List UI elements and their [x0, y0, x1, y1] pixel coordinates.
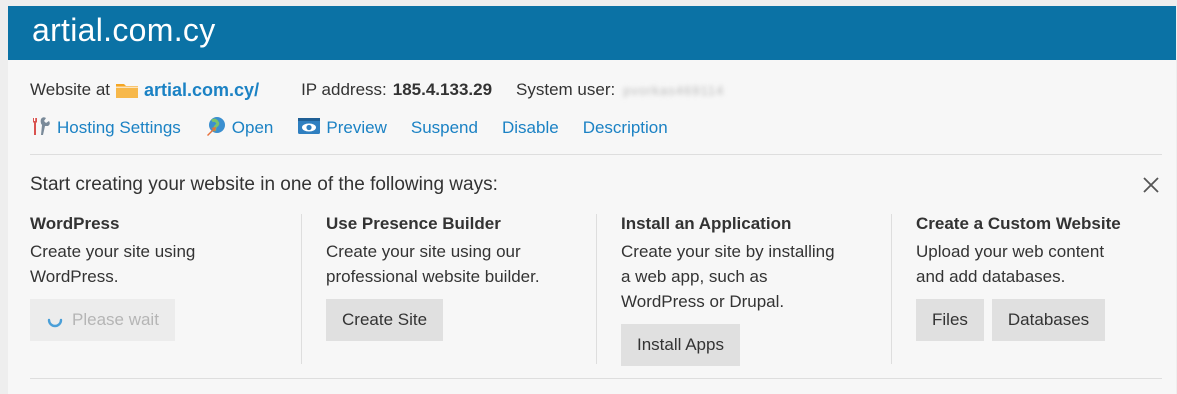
preview-link[interactable]: Preview — [297, 116, 387, 141]
option-description-line: professional website builder. — [326, 267, 540, 286]
ip-address-label: IP address: — [301, 80, 387, 99]
option-description-line: WordPress. — [30, 267, 119, 286]
option-description-line: Create your site using our — [326, 242, 521, 261]
website-actions-row: Hosting Settings Open Preview Suspend Di… — [30, 116, 692, 140]
hosting-settings-link[interactable]: Hosting Settings — [30, 116, 181, 141]
hosting-settings-label: Hosting Settings — [57, 118, 181, 137]
folder-icon — [115, 81, 139, 99]
column-separator — [891, 214, 892, 364]
start-creating-heading: Start creating your website in one of th… — [30, 174, 498, 195]
option-description-line: Create your site using — [30, 242, 196, 261]
close-icon[interactable] — [1140, 174, 1162, 196]
please-wait-button[interactable]: Please wait — [30, 299, 175, 341]
option-title: Install an Application — [621, 214, 792, 233]
install-apps-button[interactable]: Install Apps — [621, 324, 740, 366]
option-description-line: Upload your web content — [916, 242, 1105, 261]
section-divider-top — [30, 154, 1162, 155]
site-title: artial.com.cy — [32, 12, 216, 48]
open-link[interactable]: Open — [205, 115, 274, 142]
disable-label: Disable — [501, 118, 559, 137]
system-user-value: pvorkas469114 — [623, 82, 725, 98]
option-title: Use Presence Builder — [326, 214, 501, 233]
wrench-icon — [30, 116, 52, 141]
option-description-line: Create your site by installing — [621, 242, 835, 261]
option-description: Create your site using our professional … — [326, 239, 596, 289]
suspend-label: Suspend — [410, 118, 478, 137]
option-presence-builder: Use Presence Builder Create your site us… — [326, 214, 596, 364]
option-description: Create your site by installing a web app… — [621, 239, 891, 314]
option-install-application: Install an Application Create your site … — [621, 214, 891, 366]
open-label: Open — [231, 118, 274, 137]
option-wordpress: WordPress Create your site using WordPre… — [30, 214, 300, 364]
website-info-row: Website at artial.com.cy/ IP address: 18… — [30, 78, 724, 102]
option-description-line: WordPress or Drupal. — [621, 292, 785, 311]
option-title: WordPress — [30, 214, 120, 233]
description-link[interactable]: Description — [583, 118, 668, 138]
files-button[interactable]: Files — [916, 299, 984, 341]
ip-address-value: 185.4.133.29 — [392, 80, 493, 99]
preview-label: Preview — [326, 118, 387, 137]
website-card: artial.com.cy Website at artial.com.cy/ … — [8, 6, 1176, 394]
site-header: artial.com.cy — [8, 6, 1176, 60]
globe-open-icon — [205, 115, 227, 142]
option-title: Create a Custom Website — [916, 214, 1121, 233]
option-description-line: and add databases. — [916, 267, 1066, 286]
column-separator — [596, 214, 597, 364]
disable-link[interactable]: Disable — [502, 118, 559, 138]
preview-eye-icon — [297, 116, 321, 141]
loading-spinner-icon — [46, 311, 64, 329]
please-wait-label: Please wait — [72, 310, 159, 329]
option-description-line: a web app, such as — [621, 267, 768, 286]
domain-link[interactable]: artial.com.cy/ — [144, 80, 259, 101]
description-label: Description — [582, 118, 668, 137]
section-divider-bottom — [30, 378, 1162, 379]
option-description: Create your site using WordPress. — [30, 239, 300, 289]
option-description: Upload your web content and add database… — [916, 239, 1166, 289]
system-user-label: System user: — [516, 80, 616, 99]
databases-button[interactable]: Databases — [991, 299, 1106, 341]
option-custom-website: Create a Custom Website Upload your web … — [916, 214, 1166, 364]
create-site-button[interactable]: Create Site — [326, 299, 444, 341]
column-separator — [301, 214, 302, 364]
suspend-link[interactable]: Suspend — [411, 118, 478, 138]
website-at-label: Website at — [30, 80, 111, 99]
